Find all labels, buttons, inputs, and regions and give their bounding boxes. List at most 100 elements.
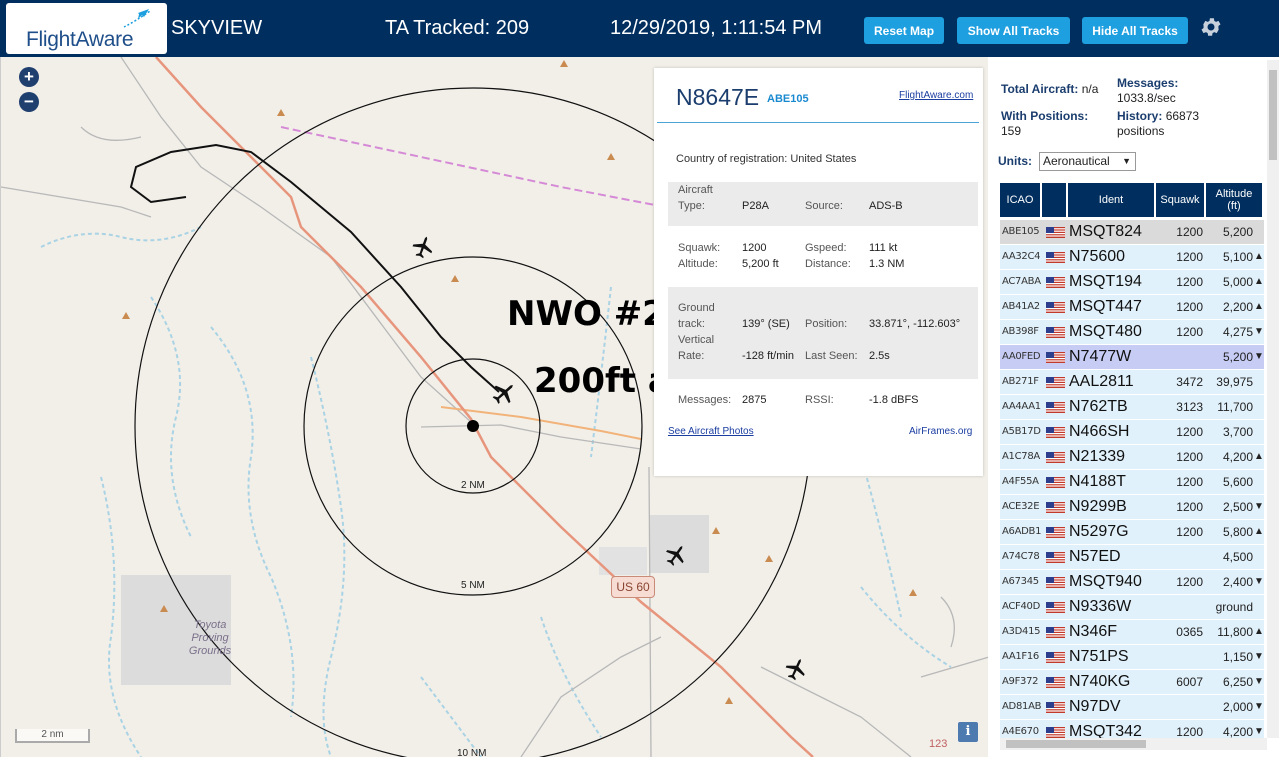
- col-header-flag[interactable]: [1042, 183, 1066, 217]
- squawk-cell: 1200: [1176, 275, 1203, 289]
- gspeed-label: Gspeed:: [805, 242, 847, 254]
- units-select[interactable]: Aeronautical ▼: [1039, 152, 1136, 171]
- ident-cell: N740KG: [1069, 673, 1131, 690]
- popup-section-signal: Messages: 2875 RSSI: -1.8 dBFS: [668, 380, 978, 420]
- popup-country: Country of registration: United States: [676, 153, 856, 165]
- table-row[interactable]: AB41A2 MSQT447 1200 2,200 ▲: [1000, 294, 1264, 319]
- aircraft-icon[interactable]: [411, 235, 435, 259]
- altitude-cell: 5,600: [1222, 475, 1253, 489]
- table-row[interactable]: A6ADB1 N5297G 1200 5,800 ▲: [1000, 519, 1264, 544]
- reset-map-button[interactable]: Reset Map: [864, 17, 944, 44]
- icao-cell: AC7ABA: [1002, 276, 1041, 287]
- horizontal-scrollbar[interactable]: [1000, 738, 1267, 750]
- icao-cell: AA0FED: [1002, 351, 1041, 362]
- table-row[interactable]: A3D415 N346F 0365 11,800 ▲: [1000, 619, 1264, 644]
- ident-cell: N57ED: [1069, 548, 1121, 565]
- table-row[interactable]: AD81AB N97DV 2,000 ▼: [1000, 694, 1264, 719]
- hide-all-tracks-button[interactable]: Hide All Tracks: [1082, 17, 1188, 44]
- altitude-trend-icon: [1254, 395, 1262, 419]
- squawk-cell: 3472: [1176, 375, 1203, 389]
- ident-cell: MSQT824: [1069, 223, 1142, 240]
- table-row[interactable]: ACE32E N9299B 1200 2,500 ▼: [1000, 494, 1264, 519]
- table-row[interactable]: A67345 MSQT940 1200 2,400 ▼: [1000, 569, 1264, 594]
- us-flag-icon: [1046, 252, 1065, 263]
- scrollbar-thumb[interactable]: [1006, 740, 1146, 748]
- us-flag-icon: [1046, 477, 1065, 488]
- show-all-tracks-button[interactable]: Show All Tracks: [957, 17, 1070, 44]
- table-row[interactable]: AA0FED N7477W 5,200 ▼: [1000, 344, 1264, 369]
- scrollbar-thumb[interactable]: [1269, 70, 1277, 160]
- messages-stat-label: Messages:: [1117, 76, 1179, 90]
- table-row[interactable]: AA1F16 N751PS 1,150 ▼: [1000, 644, 1264, 669]
- aircraft-icon[interactable]: [784, 657, 808, 681]
- table-row[interactable]: AB271F AAL2811 3472 39,975: [1000, 369, 1264, 394]
- type-label-1: Aircraft: [678, 184, 713, 196]
- info-button[interactable]: i: [958, 722, 978, 742]
- table-row[interactable]: AA4AA1 N762TB 3123 11,700: [1000, 394, 1264, 419]
- messages-label: Messages:: [678, 394, 732, 406]
- gear-icon[interactable]: [1199, 15, 1223, 39]
- squawk-cell: [1158, 695, 1203, 719]
- altitude-header-unit: (ft): [1227, 200, 1241, 212]
- table-row[interactable]: A1C78A N21339 1200 4,200 ▲: [1000, 444, 1264, 469]
- altitude-cell: 1,150: [1222, 650, 1253, 664]
- table-row[interactable]: ABE105 MSQT824 1200 5,200: [1000, 219, 1264, 244]
- table-row[interactable]: A4F55A N4188T 1200 5,600: [1000, 469, 1264, 494]
- us-flag-icon: [1046, 352, 1065, 363]
- us-flag-icon: [1046, 402, 1065, 413]
- aircraft-icon[interactable]: [664, 543, 688, 567]
- col-header-squawk[interactable]: Squawk: [1156, 183, 1204, 217]
- zoom-in-button[interactable]: +: [19, 67, 39, 87]
- ground-track-label-1: Ground: [678, 302, 715, 314]
- squawk-cell: [1158, 345, 1203, 369]
- squawk-cell: 1200: [1176, 225, 1203, 239]
- popup-section-track: Ground track: 139° (SE) Position: 33.871…: [668, 287, 978, 379]
- aircraft-sidebar: Total Aircraft: n/a Messages: 1033.8/sec…: [988, 57, 1279, 757]
- squawk-cell: [1158, 595, 1203, 619]
- icao-cell: A6ADB1: [1002, 526, 1042, 537]
- altitude-trend-icon: [1254, 470, 1262, 494]
- flightaware-link[interactable]: FlightAware.com: [899, 90, 973, 101]
- zoom-out-button[interactable]: −: [19, 92, 39, 112]
- table-row[interactable]: AB398F MSQT480 1200 4,275 ▼: [1000, 319, 1264, 344]
- squawk-cell: 0365: [1176, 625, 1203, 639]
- source-label: Source:: [805, 200, 843, 212]
- distance-label: Distance:: [805, 258, 851, 270]
- altitude-trend-icon: ▼: [1254, 576, 1264, 587]
- table-row[interactable]: A74C78 N57ED 4,500: [1000, 544, 1264, 569]
- col-header-ident[interactable]: Ident: [1068, 183, 1154, 217]
- altitude-trend-icon: ▼: [1254, 326, 1264, 337]
- icao-cell: A4F55A: [1002, 476, 1039, 487]
- table-row[interactable]: AC7ABA MSQT194 1200 5,000 ▲: [1000, 269, 1264, 294]
- history-stat: History: 66873 positions: [1117, 109, 1199, 139]
- squawk-cell: 1200: [1176, 425, 1203, 439]
- aircraft-icon-selected[interactable]: [491, 380, 517, 406]
- altitude-cell: 5,800: [1222, 525, 1253, 539]
- altitude-cell: 2,200: [1222, 300, 1253, 314]
- aircraft-photos-link[interactable]: See Aircraft Photos: [668, 426, 754, 437]
- flight-track: [129, 143, 500, 393]
- airframes-link[interactable]: AirFrames.org: [909, 426, 972, 437]
- last-seen-value: 2.5s: [869, 350, 890, 362]
- vertical-rate-value: -128 ft/min: [742, 350, 794, 362]
- us-flag-icon: [1046, 552, 1065, 563]
- icao-cell: A5B17D: [1002, 426, 1041, 437]
- flightaware-logo[interactable]: FlightAware: [6, 3, 167, 54]
- rssi-value: -1.8 dBFS: [869, 394, 919, 406]
- col-header-icao[interactable]: ICAO: [1000, 183, 1040, 217]
- position-label: Position:: [805, 318, 848, 330]
- table-row[interactable]: A5B17D N466SH 1200 3,700: [1000, 419, 1264, 444]
- table-row[interactable]: A9F372 N740KG 6007 6,250 ▼: [1000, 669, 1264, 694]
- squawk-value: 1200: [742, 242, 767, 254]
- altitude-trend-icon: ▲: [1254, 526, 1264, 537]
- with-positions-value: 159: [1001, 124, 1022, 138]
- table-row[interactable]: AA32C4 N75600 1200 5,100 ▲: [1000, 244, 1264, 269]
- history-unit: positions: [1117, 124, 1165, 138]
- messages-stat: Messages: 1033.8/sec: [1117, 76, 1178, 106]
- popup-registration: N8647E: [676, 84, 760, 110]
- icao-cell: ABE105: [1002, 226, 1040, 237]
- table-row[interactable]: ACF40D N9336W ground: [1000, 594, 1264, 619]
- ident-cell: N5297G: [1069, 523, 1129, 540]
- vertical-scrollbar[interactable]: [1267, 60, 1279, 738]
- col-header-altitude[interactable]: Altitude (ft): [1206, 183, 1262, 217]
